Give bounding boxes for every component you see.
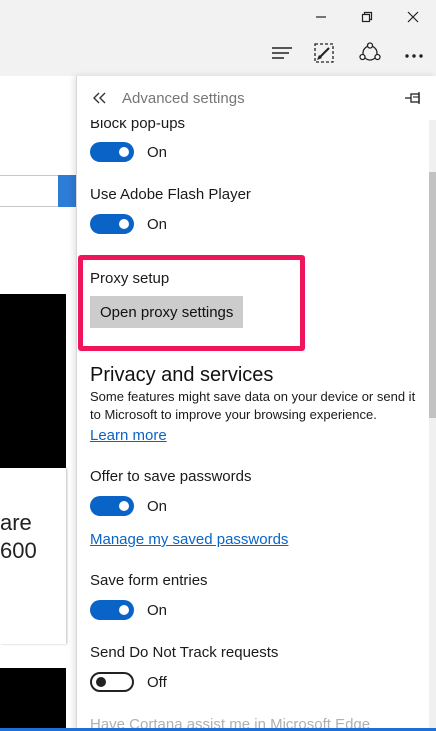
restore-icon [361, 11, 373, 23]
page-image [0, 294, 66, 468]
pin-icon[interactable] [403, 88, 425, 108]
close-button[interactable] [390, 0, 436, 34]
share-button[interactable] [349, 38, 391, 72]
manage-passwords-link[interactable]: Manage my saved passwords [90, 531, 288, 548]
browser-toolbar [0, 34, 436, 76]
flash-label: Use Adobe Flash Player [90, 186, 251, 203]
hub-button[interactable] [261, 38, 303, 72]
save-form-entries-label: Save form entries [90, 572, 208, 589]
save-passwords-label: Offer to save passwords [90, 468, 252, 485]
flash-state: On [147, 216, 168, 233]
close-icon [407, 11, 419, 23]
more-icon [404, 46, 424, 64]
web-note-button[interactable] [303, 38, 345, 72]
share-icon [358, 41, 382, 69]
privacy-description: Some features might save data on your de… [90, 389, 416, 422]
do-not-track-state: Off [147, 674, 167, 691]
minimize-icon [315, 11, 327, 23]
advanced-settings-panel: Block pop-ups On Use Adobe Flash Player … [76, 76, 436, 731]
do-not-track-label: Send Do Not Track requests [90, 644, 279, 661]
panel-title: Advanced settings [122, 90, 245, 107]
privacy-section-title: Privacy and services [90, 364, 274, 386]
save-form-entries-toggle[interactable] [90, 600, 134, 620]
proxy-label: Proxy setup [90, 270, 170, 287]
page-card: are 600 [0, 468, 66, 644]
save-form-entries-state: On [147, 602, 168, 619]
save-passwords-state: On [147, 498, 168, 515]
web-note-icon [313, 42, 335, 69]
minimize-button[interactable] [298, 0, 344, 34]
page-card-text-2: 600 [0, 538, 37, 563]
title-bar [0, 0, 436, 34]
do-not-track-toggle[interactable] [90, 672, 134, 692]
flash-toggle[interactable] [90, 214, 134, 234]
block-popups-state: On [147, 144, 168, 161]
hub-icon [272, 45, 292, 66]
page-search-input[interactable] [0, 175, 62, 207]
scrollbar-thumb[interactable] [429, 172, 436, 418]
open-proxy-settings-button[interactable]: Open proxy settings [90, 296, 244, 328]
restore-button[interactable] [344, 0, 390, 34]
learn-more-link[interactable]: Learn more [90, 427, 167, 444]
more-button[interactable] [393, 38, 435, 72]
page-image-2 [0, 668, 66, 731]
browser-window: are 600 Block pop-ups On Use Adobe Flash… [0, 0, 436, 731]
double-chevron-left-icon[interactable] [90, 88, 110, 108]
block-popups-toggle[interactable] [90, 142, 134, 162]
panel-header: Advanced settings [77, 76, 436, 120]
page-card-text-1: are [0, 510, 32, 535]
save-passwords-toggle[interactable] [90, 496, 134, 516]
